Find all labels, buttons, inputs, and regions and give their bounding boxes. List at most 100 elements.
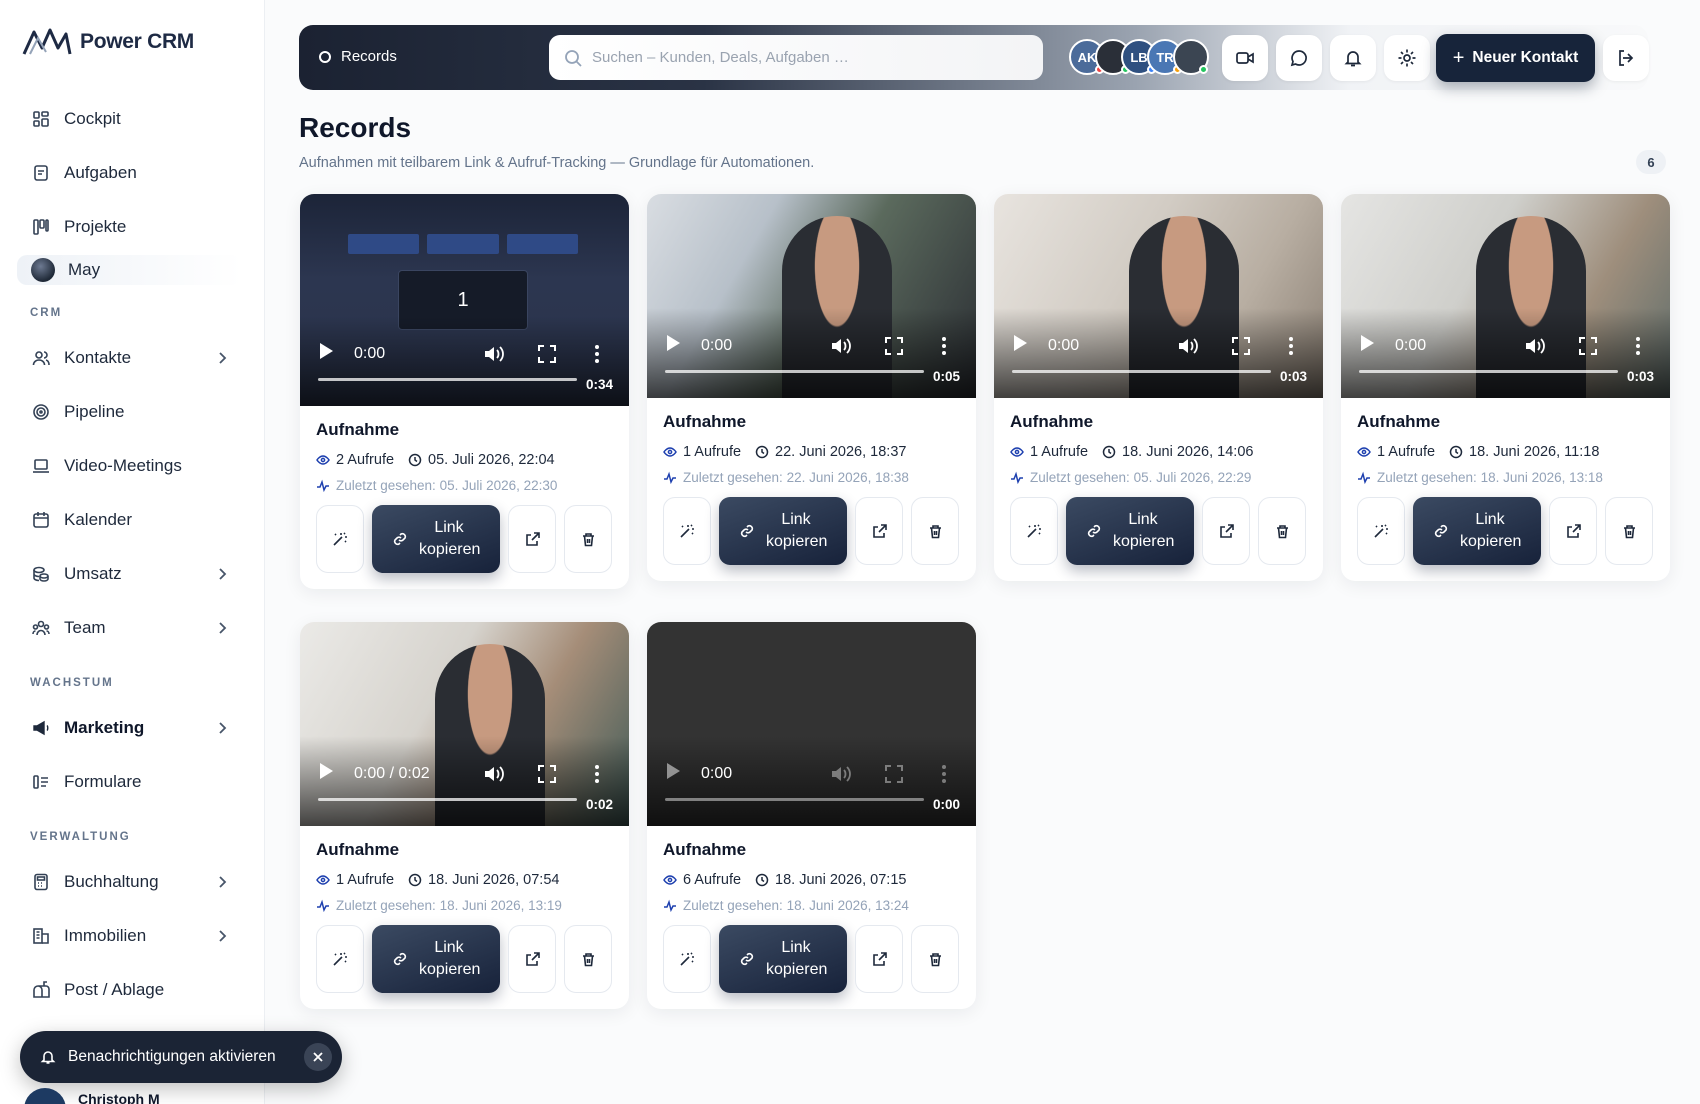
video-player[interactable]: 0:00 / 0:02 0:02 [300, 622, 629, 826]
user-avatar[interactable] [1173, 39, 1209, 75]
automation-button[interactable] [1357, 497, 1405, 565]
video-progress-bar[interactable] [318, 378, 577, 381]
more-vertical-icon[interactable] [595, 765, 599, 783]
video-controls: 0:00 0:03 [1341, 308, 1670, 398]
breadcrumb[interactable]: Records [319, 48, 397, 65]
automation-button[interactable] [316, 925, 364, 993]
sidebar-item-kalender[interactable]: Kalender [17, 500, 242, 540]
sidebar-item-buchhaltung[interactable]: Buchhaltung [17, 862, 242, 902]
open-external-button[interactable] [508, 925, 556, 993]
fullscreen-icon[interactable] [538, 765, 556, 783]
copy-link-button[interactable]: Link kopieren [719, 925, 847, 993]
open-external-button[interactable] [1202, 497, 1250, 565]
sidebar-item-cockpit[interactable]: Cockpit [17, 99, 242, 139]
video-progress-bar[interactable] [665, 370, 924, 373]
fullscreen-icon[interactable] [538, 345, 556, 363]
video-player[interactable]: 0:00 0:03 [994, 194, 1323, 398]
play-button[interactable] [1361, 335, 1374, 351]
open-external-button[interactable] [508, 505, 556, 573]
fullscreen-icon[interactable] [885, 337, 903, 355]
magic-wand-icon [333, 952, 347, 966]
open-external-button[interactable] [855, 925, 903, 993]
calculator-icon [31, 872, 51, 892]
play-button[interactable] [320, 343, 333, 359]
video-progress-bar[interactable] [665, 798, 924, 801]
volume-icon[interactable] [483, 764, 505, 784]
current-user[interactable]: Christoph M [24, 1088, 160, 1104]
app-logo[interactable]: Power CRM [22, 26, 194, 58]
sidebar-item-kontakte[interactable]: Kontakte [17, 338, 242, 378]
sidebar-item-post-ablage[interactable]: Post / Ablage [17, 970, 242, 1010]
fullscreen-icon[interactable] [1579, 337, 1597, 355]
link-icon [1087, 524, 1101, 538]
automation-button[interactable] [316, 505, 364, 573]
sidebar-item-team[interactable]: Team [17, 608, 242, 648]
chat-button[interactable] [1276, 35, 1322, 81]
automation-button[interactable] [663, 925, 711, 993]
play-button[interactable] [320, 763, 333, 779]
clock-icon [408, 873, 422, 887]
more-vertical-icon[interactable] [942, 337, 946, 355]
sidebar-subitem-project-may[interactable]: May [17, 255, 242, 285]
open-external-button[interactable] [855, 497, 903, 565]
copy-link-button[interactable]: Link kopieren [1413, 497, 1541, 565]
more-vertical-icon[interactable] [942, 765, 946, 783]
sidebar-item-pipeline[interactable]: Pipeline [17, 392, 242, 432]
video-player[interactable]: 0:00 0:03 [1341, 194, 1670, 398]
volume-icon[interactable] [830, 764, 852, 784]
video-player[interactable]: 0:00 0:00 [647, 622, 976, 826]
new-contact-button[interactable]: + Neuer Kontakt [1436, 34, 1595, 82]
volume-icon[interactable] [830, 336, 852, 356]
sidebar-item-video-meetings[interactable]: Video-Meetings [17, 446, 242, 486]
video-controls: 0:00 0:03 [994, 308, 1323, 398]
settings-button[interactable] [1384, 35, 1430, 81]
clipboard-icon [31, 163, 51, 183]
automation-button[interactable] [1010, 497, 1058, 565]
logout-button[interactable] [1603, 35, 1649, 81]
volume-icon[interactable] [1524, 336, 1546, 356]
delete-button[interactable] [911, 925, 959, 993]
more-vertical-icon[interactable] [595, 345, 599, 363]
link-icon [1434, 524, 1448, 538]
more-vertical-icon[interactable] [1289, 337, 1293, 355]
delete-button[interactable] [1605, 497, 1653, 565]
video-progress-bar[interactable] [1012, 370, 1271, 373]
volume-icon[interactable] [1177, 336, 1199, 356]
video-call-button[interactable] [1222, 35, 1268, 81]
delete-button[interactable] [564, 925, 612, 993]
sidebar-item-aufgaben[interactable]: Aufgaben [17, 153, 242, 193]
delete-button[interactable] [911, 497, 959, 565]
video-player[interactable]: 0:00 0:05 [647, 194, 976, 398]
enable-notifications-banner[interactable]: Benachrichtigungen aktivieren [20, 1031, 342, 1083]
more-vertical-icon[interactable] [1636, 337, 1640, 355]
sidebar-item-formulare[interactable]: Formulare [17, 762, 242, 802]
fullscreen-icon[interactable] [1232, 337, 1250, 355]
play-button[interactable] [667, 763, 680, 779]
video-player[interactable]: 1 0:00 0:34 [300, 194, 629, 406]
volume-icon[interactable] [483, 344, 505, 364]
sidebar-item-marketing[interactable]: Marketing [17, 708, 242, 748]
sidebar-item-umsatz[interactable]: Umsatz [17, 554, 242, 594]
delete-button[interactable] [1258, 497, 1306, 565]
open-external-button[interactable] [1549, 497, 1597, 565]
copy-link-button[interactable]: Link kopieren [372, 925, 500, 993]
automation-button[interactable] [663, 497, 711, 565]
external-link-icon [525, 531, 540, 546]
search-input[interactable] [592, 49, 1012, 66]
delete-button[interactable] [564, 505, 612, 573]
play-button[interactable] [667, 335, 680, 351]
last-seen: Zuletzt gesehen: 05. Juli 2026, 22:30 [316, 478, 613, 493]
copy-link-button[interactable]: Link kopieren [719, 497, 847, 565]
play-button[interactable] [1014, 335, 1027, 351]
close-banner-button[interactable] [304, 1043, 332, 1071]
sidebar-item-projekte[interactable]: Projekte [17, 207, 242, 247]
target-icon [31, 402, 51, 422]
sidebar-item-immobilien[interactable]: Immobilien [17, 916, 242, 956]
global-search[interactable] [549, 35, 1043, 80]
video-progress-bar[interactable] [318, 798, 577, 801]
copy-link-button[interactable]: Link kopieren [1066, 497, 1194, 565]
copy-link-button[interactable]: Link kopieren [372, 505, 500, 573]
fullscreen-icon[interactable] [885, 765, 903, 783]
video-progress-bar[interactable] [1359, 370, 1618, 373]
notifications-button[interactable] [1330, 35, 1376, 81]
